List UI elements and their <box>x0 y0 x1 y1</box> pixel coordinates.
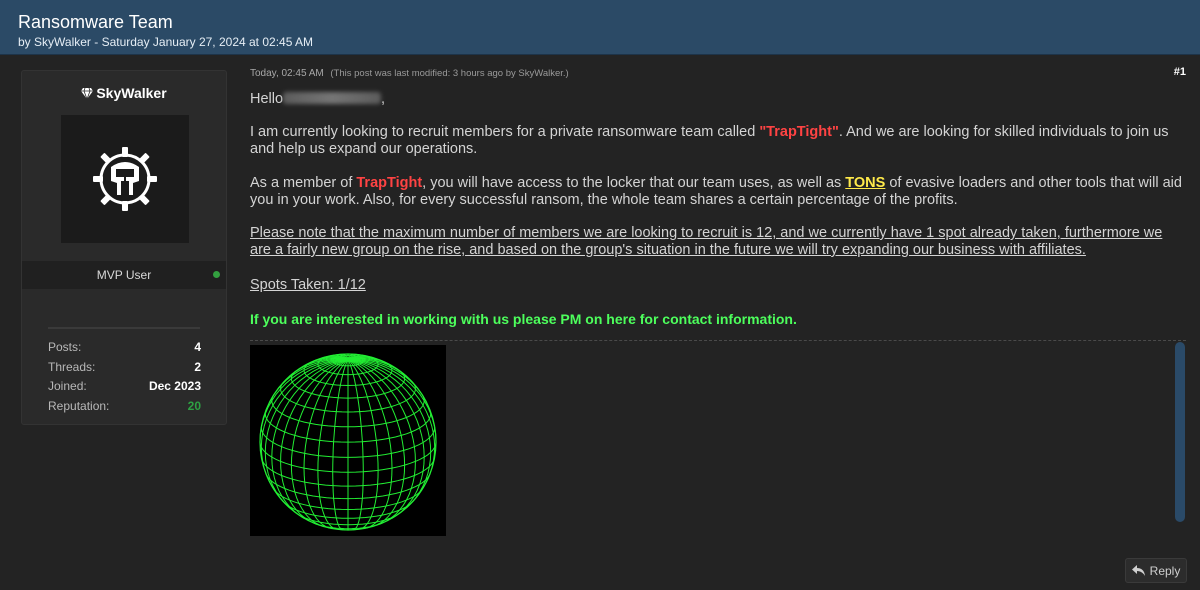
stat-value: 4 <box>194 340 201 354</box>
greeting-tail: , <box>381 91 386 107</box>
stat-joined: Joined: Dec 2023 <box>48 377 201 397</box>
spots-taken: Spots Taken: 1/12 <box>250 277 366 293</box>
globe-gridline <box>347 358 379 530</box>
paragraph-intro: I am currently looking to recruit member… <box>250 124 1186 158</box>
reply-arrow-icon <box>1131 565 1145 576</box>
stats-divider <box>48 327 200 329</box>
globe-icon <box>259 353 437 531</box>
tons-highlight: TONS <box>845 175 886 191</box>
reply-label: Reply <box>1149 563 1181 578</box>
online-status-indicator <box>213 271 220 278</box>
diamond-icon <box>81 88 94 99</box>
stat-posts: Posts: 4 <box>48 338 201 358</box>
post-meta: Today, 02:45 AM (This post was last modi… <box>250 66 1186 82</box>
team-name-highlight: "TrapTight" <box>759 124 839 140</box>
stat-threads: Threads: 2 <box>48 358 201 378</box>
contact-line: If you are interested in working with us… <box>250 311 797 327</box>
greeting-text: Hello <box>250 91 284 107</box>
stat-label: Reputation: <box>48 398 110 413</box>
author-name-label: SkyWalker <box>96 85 167 101</box>
stat-reputation: Reputation: 20 <box>48 397 201 417</box>
wireframe-globe-image <box>250 345 446 536</box>
author-stats: Posts: 4 Threads: 2 Joined: Dec 2023 Rep… <box>48 338 201 416</box>
team-name-highlight: TrapTight <box>356 175 423 191</box>
post-number-link[interactable]: #1 <box>1174 66 1186 78</box>
text-span: I am currently looking to recruit member… <box>250 124 760 140</box>
stat-label: Joined: <box>48 379 87 393</box>
thread-header: Ransomware Team by SkyWalker - Saturday … <box>0 0 1200 55</box>
spartan-helmet-logo <box>93 147 157 211</box>
user-rank-label: MVP User <box>96 268 152 282</box>
post-modified-note: (This post was last modified: 3 hours ag… <box>330 68 569 79</box>
post-time: Today, 02:45 AM <box>250 68 324 79</box>
stat-label: Threads: <box>48 359 96 374</box>
author-panel: SkyWalker MVP User Posts: 4 Threads: 2 J… <box>21 70 227 425</box>
embed-divider <box>250 340 1186 341</box>
stat-value: 2 <box>194 359 201 374</box>
greeting: Hello, <box>250 91 385 108</box>
paragraph-benefits: As a member of TrapTight, you will have … <box>250 175 1186 209</box>
post: Today, 02:45 AM (This post was last modi… <box>250 66 1186 327</box>
redacted-text <box>283 92 382 104</box>
text-span: As a member of <box>250 175 357 191</box>
thread-meta: by SkyWalker - Saturday January 27, 2024… <box>18 35 314 49</box>
paragraph-note: Please note that the maximum number of m… <box>250 225 1163 258</box>
avatar[interactable] <box>61 115 189 243</box>
stat-label: Posts: <box>48 340 82 354</box>
thread-title: Ransomware Team <box>18 12 173 32</box>
text-span: , you will have access to the locker tha… <box>422 175 846 191</box>
reputation-value[interactable]: 20 <box>188 397 201 417</box>
embed-scrollbar[interactable] <box>1175 342 1185 522</box>
author-name[interactable]: SkyWalker <box>22 85 226 101</box>
reply-button[interactable]: Reply <box>1125 558 1187 583</box>
globe-gridline <box>317 358 349 530</box>
stat-value: Dec 2023 <box>148 379 201 393</box>
user-rank: MVP User <box>22 261 226 289</box>
